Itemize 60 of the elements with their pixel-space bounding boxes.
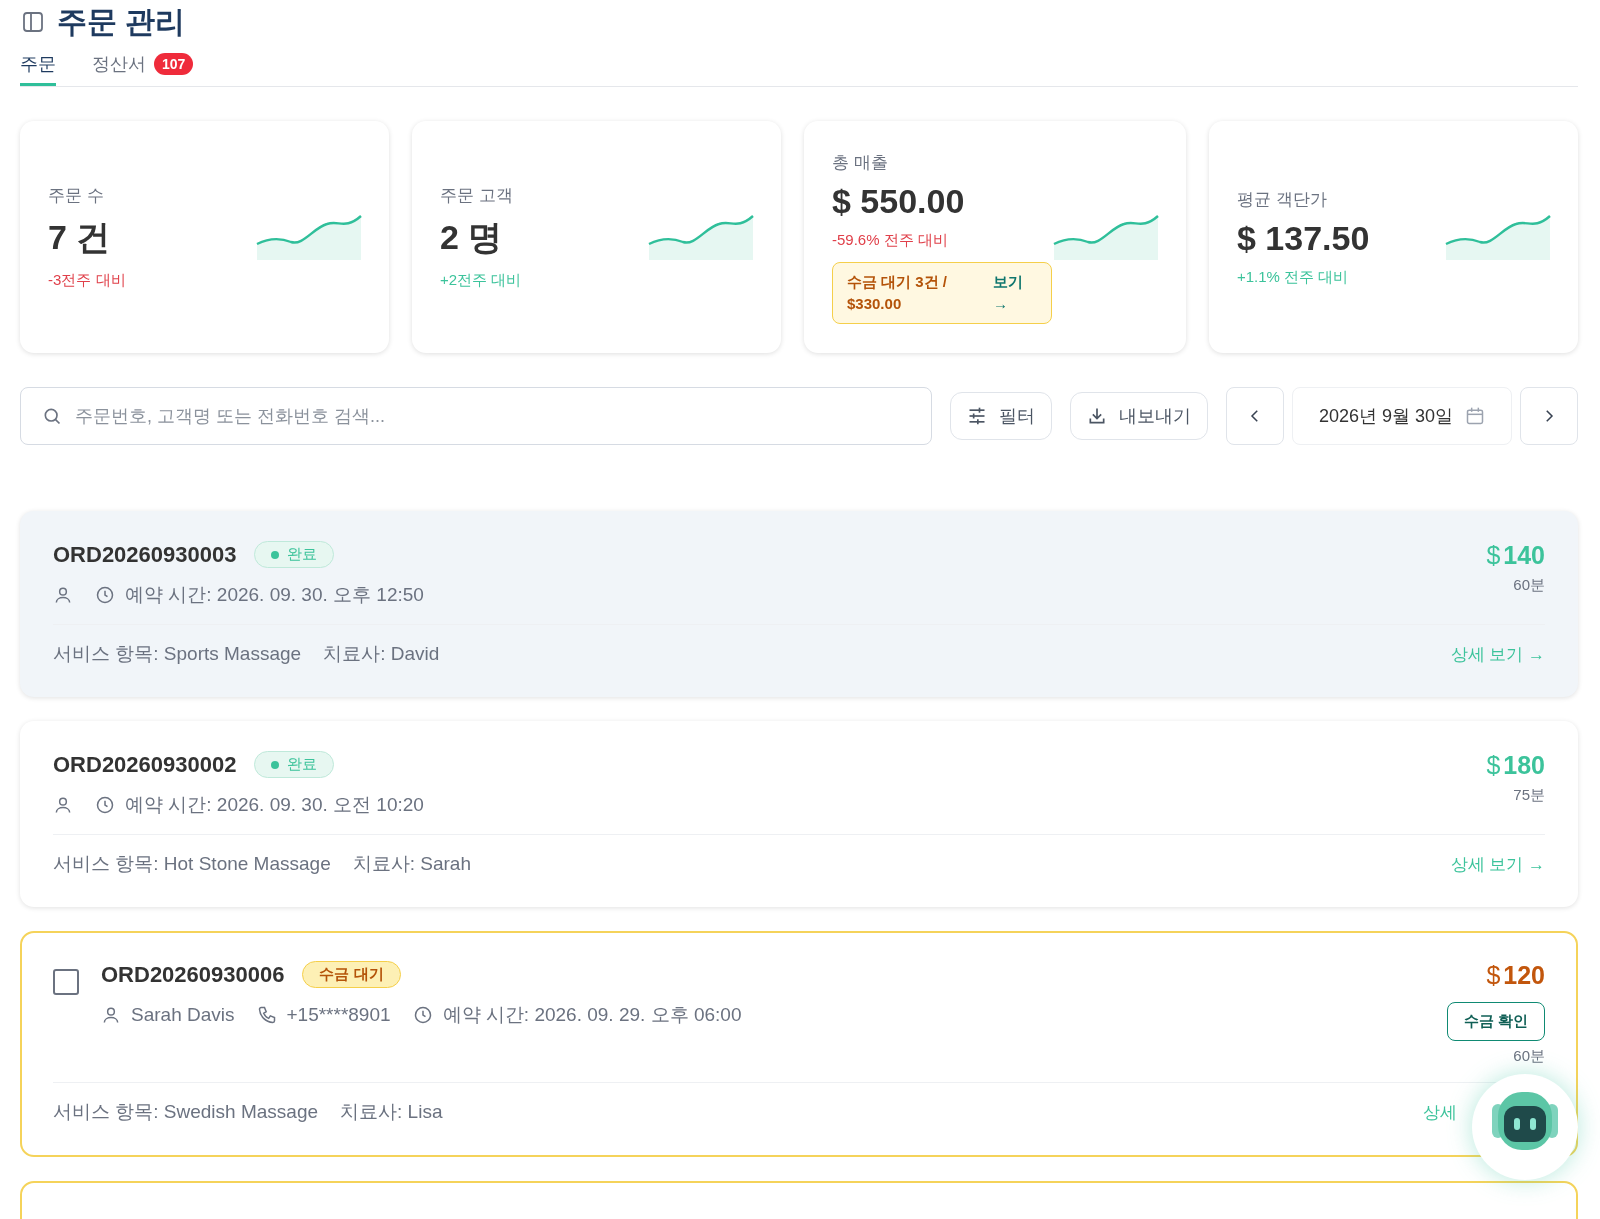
order-amount: $140 (1486, 541, 1545, 570)
order-number: ORD20260930003 (53, 541, 237, 568)
clock-icon (95, 795, 115, 815)
therapist: 치료사: Lisa (340, 1100, 443, 1124)
stat-change: +1.1% 전주 대비 (1237, 267, 1350, 287)
service-item: 서비스 항목: Sports Massage (53, 642, 302, 666)
stat-label: 주문 수 (48, 185, 105, 207)
order-number: ORD20260930002 (53, 751, 237, 778)
duration: 75분 (1513, 786, 1545, 805)
page-title: 주문 관리 (57, 3, 186, 40)
status-badge: 완료 (254, 751, 335, 778)
stat-change: -3전주 대비 (48, 271, 126, 290)
sliders-icon (967, 406, 987, 426)
search-field[interactable]: 주문번호, 고객명 또는 전화번호 검색... (20, 387, 932, 445)
filter-button[interactable]: 필터 (950, 392, 1052, 440)
stat-value: $ 550.00 (832, 181, 966, 221)
service-item: 서비스 항목: Hot Stone Massage (53, 852, 331, 876)
reservation-time: 예약 시간: 2026. 09. 29. 오후 06:00 (442, 1003, 742, 1027)
search-icon (42, 406, 62, 426)
phone-icon (256, 1005, 277, 1025)
stat-label: 총 매출 (832, 151, 889, 174)
confirm-payment-button[interactable]: 수금 확인 (1446, 1002, 1545, 1041)
phone-number: +15****8901 (286, 1004, 391, 1026)
duration: 60분 (1513, 576, 1545, 595)
customer-name: Sarah Davis (131, 1004, 235, 1026)
calendar-icon (1465, 406, 1486, 426)
export-button[interactable]: 내보내기 (1070, 392, 1208, 440)
therapist: 치료사: Sarah (352, 852, 471, 876)
view-link[interactable]: 보기 → (993, 270, 1027, 315)
stat-label: 주문 고객 (440, 185, 514, 207)
stat-value: 2 명 (440, 217, 504, 258)
reservation-time: 예약 시간: 2026. 09. 30. 오후 12:50 (125, 583, 424, 607)
count-badge: 107 (154, 53, 194, 75)
sidebar-toggle-icon[interactable] (21, 10, 45, 34)
clock-icon (95, 585, 115, 605)
status-badge: 완료 (254, 541, 335, 568)
service-item: 서비스 항목: Swedish Massage (53, 1100, 319, 1124)
stat-change: +2전주 대비 (440, 271, 522, 290)
date-picker[interactable]: 2026년 9월 30일 (1292, 387, 1512, 445)
person-icon (53, 585, 73, 605)
duration: 60분 (1513, 1047, 1545, 1066)
stat-label: 평균 객단가 (1237, 188, 1328, 211)
download-icon (1087, 406, 1107, 426)
therapist: 치료사: David (323, 642, 440, 666)
tab[interactable]: 주문 (20, 42, 56, 86)
status-badge: 수금 대기 (302, 961, 401, 988)
person-icon (101, 1005, 121, 1025)
person-icon (53, 795, 73, 815)
order-number: ORD20260930006 (101, 961, 285, 988)
tab[interactable]: 정산서 (92, 42, 146, 86)
order-amount: $120 (1486, 961, 1545, 990)
clock-icon (412, 1005, 433, 1025)
alert-text: 수금 대기 3건 / $330.00 (847, 271, 948, 314)
order-amount: $180 (1486, 751, 1545, 780)
stat-change: -59.6% 전주 대비 (832, 230, 949, 250)
reservation-time: 예약 시간: 2026. 09. 30. 오전 10:20 (125, 793, 424, 817)
stat-value: $ 137.50 (1237, 218, 1370, 258)
pending-payment-alert[interactable]: 수금 대기 3건 / $330.00 보기 → (832, 261, 1052, 324)
stat-value: 7 건 (48, 217, 112, 258)
checkbox[interactable] (53, 969, 79, 995)
